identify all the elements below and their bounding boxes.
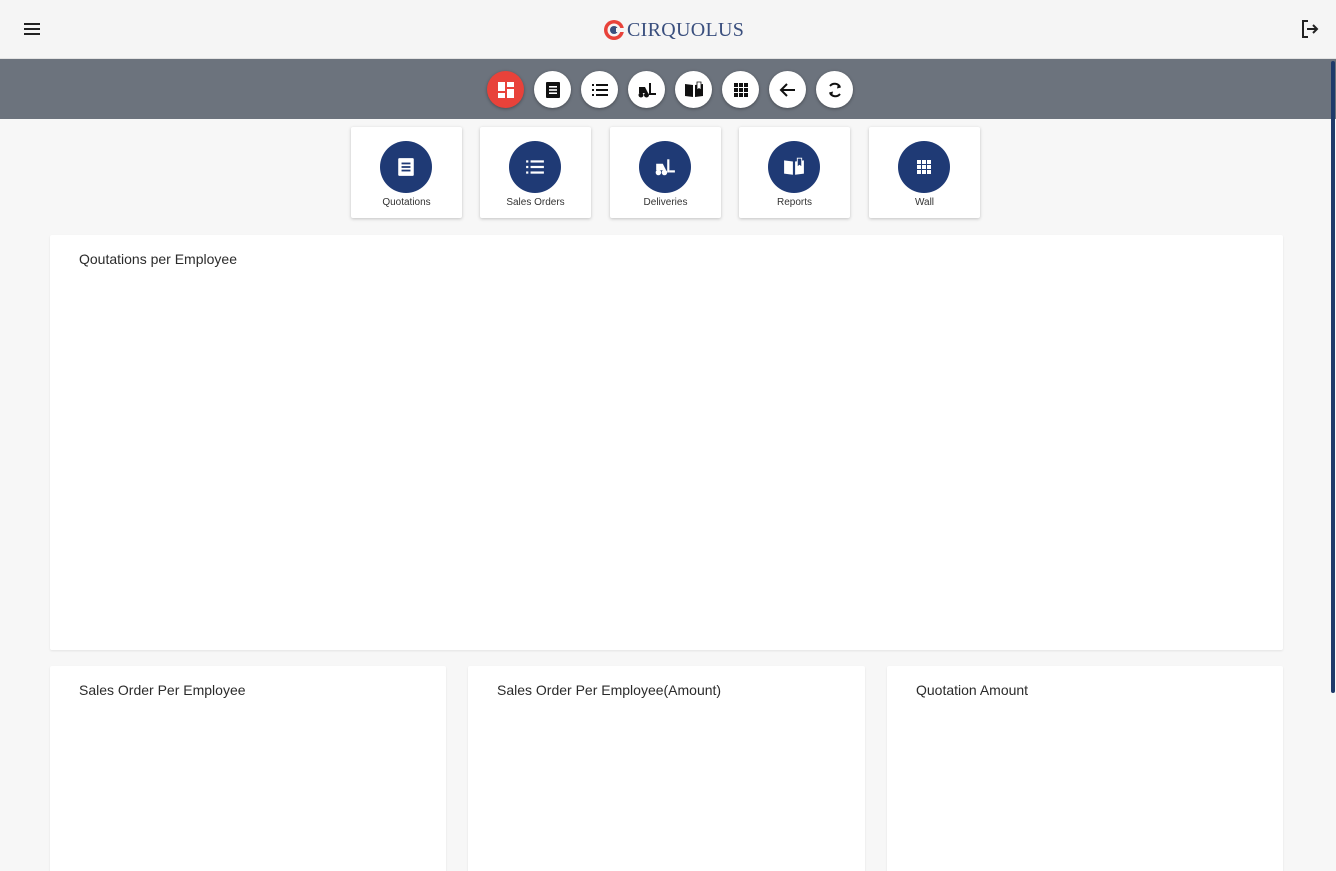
tile-icon-circle: [509, 141, 561, 193]
refresh-icon: [828, 82, 841, 97]
scrollbar[interactable]: [1331, 61, 1335, 693]
card-title: Quotation Amount: [916, 682, 1029, 698]
tile-label: Reports: [776, 197, 812, 208]
toolbar-quotations-button[interactable]: [534, 71, 571, 108]
toolbar-reports-button[interactable]: [675, 71, 712, 108]
tile-icon-circle: [639, 141, 691, 193]
sales-order-per-employee-amount-card: Sales Order Per Employee(Amount): [468, 666, 865, 871]
book-icon: [784, 157, 804, 175]
tile-label: Sales Orders: [506, 197, 565, 208]
toolbar-refresh-button[interactable]: [816, 71, 853, 108]
quotation-amount-card: Quotation Amount: [887, 666, 1283, 871]
list-icon: [591, 83, 608, 96]
shortcut-reports[interactable]: Reports: [739, 127, 850, 218]
grid-icon: [917, 160, 931, 174]
shortcut-sales-orders[interactable]: Sales Orders: [480, 127, 591, 218]
chart-area: [497, 712, 836, 856]
grid-icon: [733, 82, 748, 97]
card-title: Sales Order Per Employee(Amount): [497, 682, 722, 698]
receipt-icon: [545, 81, 560, 98]
chart-area: [79, 712, 417, 856]
tile-label: Wall: [914, 197, 935, 208]
logout-icon[interactable]: [1298, 17, 1322, 41]
list-icon: [526, 160, 544, 174]
book-icon: [684, 81, 703, 97]
toolbar-dashboard-button[interactable]: [487, 71, 524, 108]
forklift-icon: [638, 82, 656, 97]
hamburger-menu-icon[interactable]: [21, 17, 45, 41]
toolbar-deliveries-button[interactable]: [628, 71, 665, 108]
card-title: Qoutations per Employee: [79, 251, 237, 267]
tile-icon-circle: [898, 141, 950, 193]
top-app-bar: CIRQUOLUS: [0, 0, 1336, 59]
receipt-icon: [398, 158, 414, 176]
tile-label: Deliveries: [643, 197, 688, 208]
toolbar-wall-button[interactable]: [722, 71, 759, 108]
tile-icon-circle: [380, 141, 432, 193]
quotations-per-employee-card: Qoutations per Employee: [50, 235, 1283, 650]
shortcut-quotations[interactable]: Quotations: [351, 127, 462, 218]
logo-text: CIRQUOLUS: [627, 18, 745, 41]
tile-label: Quotations: [382, 197, 431, 208]
arrow-left-icon: [779, 82, 795, 97]
card-title: Sales Order Per Employee: [79, 682, 246, 698]
app-logo[interactable]: CIRQUOLUS: [603, 17, 744, 43]
forklift-icon: [655, 159, 675, 176]
shortcut-wall[interactable]: Wall: [869, 127, 980, 218]
logo-mark-icon: [604, 20, 625, 40]
tile-icon-circle: [768, 141, 820, 193]
shortcut-deliveries[interactable]: Deliveries: [610, 127, 721, 218]
chart-area: [916, 712, 1254, 856]
toolbar-back-button[interactable]: [769, 71, 806, 108]
sales-order-per-employee-card: Sales Order Per Employee: [50, 666, 446, 871]
main-toolbar: [0, 59, 1336, 119]
dashboard-icon: [497, 81, 514, 98]
toolbar-sales-orders-button[interactable]: [581, 71, 618, 108]
chart-area: [79, 281, 1254, 630]
